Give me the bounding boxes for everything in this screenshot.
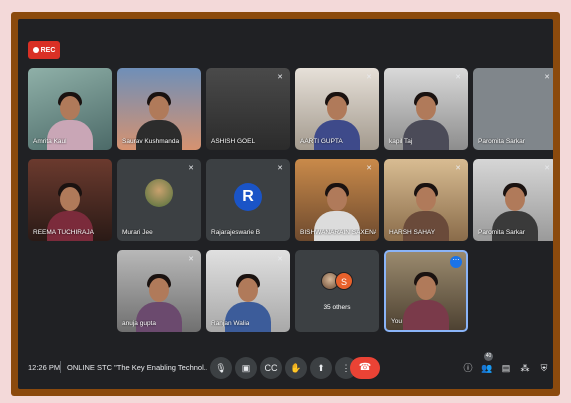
participant-name: ASHISH GOEL <box>211 138 256 145</box>
captions-icon: CC <box>264 363 278 373</box>
participant-tile[interactable]: ✕ Paromita Sarkar <box>473 159 553 241</box>
participant-tile[interactable]: ✕ R Rajarajeswarie B <box>206 159 290 241</box>
info-icon: ⓘ <box>463 363 473 373</box>
participant-name: HARSH SAHAY <box>389 229 436 236</box>
chat-icon: ▤ <box>501 363 511 373</box>
meeting-title: ONLINE STC "The Key Enabling Technol... <box>67 363 207 372</box>
host-controls-button[interactable]: ⛨ <box>537 361 551 375</box>
participant-tile[interactable]: ✕ Ranjan Walia <box>206 250 290 332</box>
activities-button[interactable]: ⁂ <box>518 361 532 375</box>
chat-button[interactable]: ▤ <box>499 361 513 375</box>
captions-button[interactable]: CC <box>260 357 282 379</box>
participant-video <box>403 270 449 330</box>
people-icon: 👥 <box>481 363 493 373</box>
host-controls-icon: ⛨ <box>540 363 548 373</box>
participant-tile[interactable]: Saurav Kushmanda <box>117 68 201 150</box>
participant-tile[interactable]: ✕ AARTI GUPTA <box>295 68 379 150</box>
participant-name: AARTI GUPTA <box>300 138 343 145</box>
participant-avatar: S <box>335 272 353 290</box>
participant-name: Paromita Sarkar <box>478 229 525 236</box>
participant-name: Murari Jee <box>122 229 153 236</box>
end-call-icon: ☎ <box>358 362 372 373</box>
screenshot-frame: REC Amrita Kaul Saurav Kushmanda ✕ ASHIS… <box>11 12 560 396</box>
mic-icon: 🎙 <box>215 363 227 373</box>
participant-tile[interactable]: ✕ Murari Jee <box>117 159 201 241</box>
participant-tile[interactable]: ✕ ASHISH GOEL <box>206 68 290 150</box>
participant-tile[interactable]: ✕ BISHWANARAIN SAXENA <box>295 159 379 241</box>
mic-off-icon: ✕ <box>366 74 372 81</box>
mic-off-icon: ✕ <box>544 74 550 81</box>
end-call-button[interactable]: ☎ <box>350 357 380 379</box>
participant-name: Ranjan Walia <box>211 320 250 327</box>
participant-name: Paromita Sarkar <box>478 138 525 145</box>
participant-tile[interactable]: ✕ kapil Taj <box>384 68 468 150</box>
participant-name: Amrita Kaul <box>33 138 67 145</box>
mic-off-icon: ✕ <box>277 165 283 172</box>
present-button[interactable]: ⬆ <box>310 357 332 379</box>
activities-icon: ⁂ <box>520 363 530 373</box>
info-button[interactable]: ⓘ <box>461 361 475 375</box>
participant-name: Rajarajeswarie B <box>211 229 261 236</box>
participant-tile[interactable]: ✕ anuja gupta <box>117 250 201 332</box>
raise-hand-icon: ✋ <box>290 363 302 373</box>
participant-avatar <box>145 179 173 207</box>
meeting-window: REC Amrita Kaul Saurav Kushmanda ✕ ASHIS… <box>18 19 553 389</box>
mic-off-icon: ✕ <box>366 165 372 172</box>
bottom-control-bar: 12:26 PM ONLINE STC "The Key Enabling Te… <box>18 349 553 389</box>
participant-tile[interactable]: ✕ HARSH SAHAY <box>384 159 468 241</box>
mic-off-icon: ✕ <box>277 74 283 81</box>
people-count-badge: 40 <box>484 352 493 361</box>
participant-tile[interactable]: ✕ Paromita Sarkar <box>473 68 553 150</box>
mic-off-icon: ✕ <box>455 165 461 172</box>
participant-name: kapil Taj <box>389 138 413 145</box>
participant-name: anuja gupta <box>122 320 156 327</box>
others-count: 35 others <box>323 304 351 311</box>
participant-name: You <box>391 318 402 325</box>
raise-hand-button[interactable]: ✋ <box>285 357 307 379</box>
present-icon: ⬆ <box>317 363 325 373</box>
participant-name: BISHWANARAIN SAXENA <box>300 229 376 236</box>
mic-off-icon: ✕ <box>455 74 461 81</box>
people-button[interactable]: 👥 <box>480 361 494 375</box>
mic-off-icon: ✕ <box>277 256 283 263</box>
participant-name: Saurav Kushmanda <box>122 138 180 145</box>
camera-icon: ▣ <box>241 363 251 373</box>
recording-label: REC <box>40 46 56 54</box>
more-options-icon[interactable]: ⋯ <box>450 256 462 268</box>
others-tile[interactable]: S 35 others <box>295 250 379 332</box>
mic-off-icon: ✕ <box>188 256 194 263</box>
mic-button[interactable]: 🎙 <box>210 357 232 379</box>
camera-button[interactable]: ▣ <box>235 357 257 379</box>
clock-time: 12:26 PM <box>28 363 61 372</box>
mic-off-icon: ✕ <box>544 165 550 172</box>
mic-off-icon: ✕ <box>188 165 194 172</box>
participant-avatar: R <box>234 183 262 211</box>
participant-tile[interactable]: Amrita Kaul <box>28 68 112 150</box>
divider <box>60 361 61 373</box>
record-dot-icon <box>32 47 39 53</box>
recording-indicator: REC <box>28 41 60 59</box>
self-view-tile[interactable]: ⋯ You <box>384 250 468 332</box>
participant-tile[interactable]: REEMA TUCHIRAJA <box>28 159 112 241</box>
participant-name: REEMA TUCHIRAJA <box>33 229 94 236</box>
